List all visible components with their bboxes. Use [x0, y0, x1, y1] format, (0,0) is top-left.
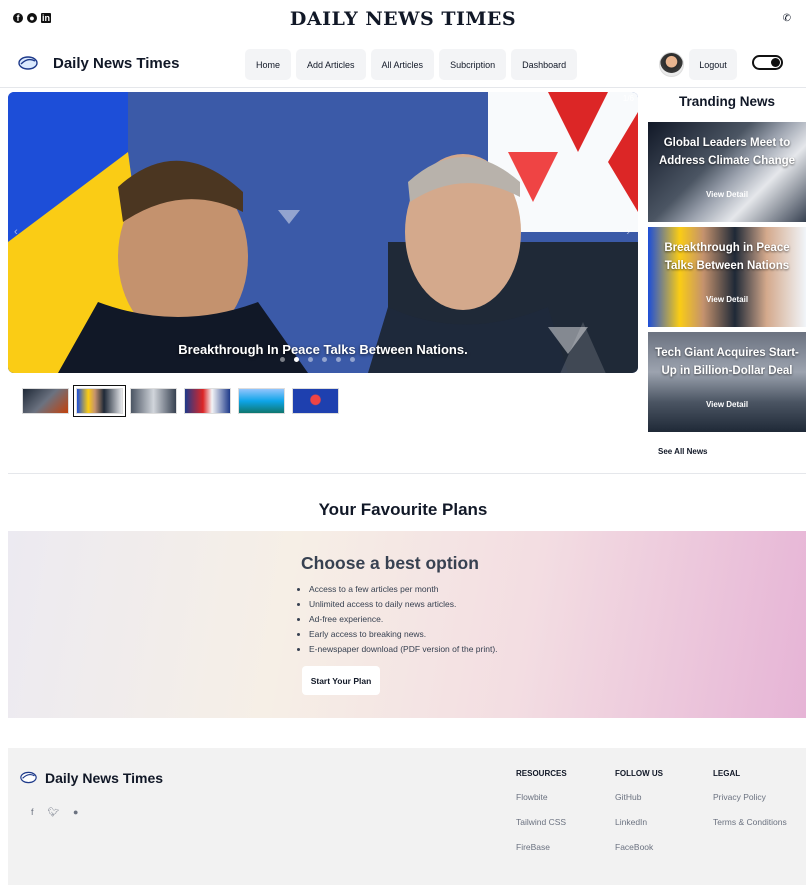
plan-feature: Early access to breaking news. [309, 627, 498, 642]
plan-feature: Unlimited access to daily news articles. [309, 597, 498, 612]
view-detail-link[interactable]: View Detail [648, 190, 806, 199]
footer-link[interactable]: FireBase [516, 842, 567, 867]
footer-link[interactable]: FaceBook [615, 842, 663, 867]
top-bar: f ● in DAILY NEWS TIMES ✆ [0, 0, 806, 40]
facebook-icon[interactable]: f [31, 807, 34, 818]
navbar: Daily News Times Home Add Articles All A… [0, 42, 806, 88]
hero-slider[interactable]: 1/6 ‹ › Breakthrough In Peace Talks Betw… [8, 92, 638, 373]
footer-column-resources: RESOURCES Flowbite Tailwind CSS FireBase [516, 769, 567, 867]
slide-dot[interactable] [280, 357, 285, 362]
slide-image [8, 92, 638, 373]
footer-link[interactable]: GitHub [615, 792, 663, 817]
plan-features-list: Access to a few articles per month Unlim… [301, 582, 498, 657]
thumbnail[interactable] [238, 388, 285, 414]
footer: Daily News Times f 🐦︎ ● RESOURCES Flowbi… [8, 748, 806, 885]
plan-feature: Ad-free experience. [309, 612, 498, 627]
nav-add-articles[interactable]: Add Articles [296, 49, 366, 80]
footer-link[interactable]: Privacy Policy [713, 792, 787, 817]
brand-title: DAILY NEWS TIMES [289, 8, 517, 30]
slide-dot[interactable] [336, 357, 341, 362]
twitter-icon[interactable]: 🐦︎ [48, 807, 59, 818]
plan-feature: E-newspaper download (PDF version of the… [309, 642, 498, 657]
trending-card-title: Breakthrough in Peace Talks Between Nati… [664, 242, 790, 272]
thumbnail[interactable] [130, 388, 177, 414]
start-plan-button[interactable]: Start Your Plan [302, 666, 380, 695]
footer-column-legal: LEGAL Privacy Policy Terms & Conditions [713, 769, 787, 842]
slide-dot-active[interactable] [294, 357, 299, 362]
trending-title: Tranding News [678, 94, 776, 109]
slide-dot[interactable] [322, 357, 327, 362]
view-detail-link[interactable]: View Detail [648, 400, 806, 409]
nav-dashboard[interactable]: Dashboard [511, 49, 578, 80]
next-arrow-icon[interactable]: › [626, 226, 630, 238]
footer-column-title: RESOURCES [516, 769, 567, 778]
nav-all-articles[interactable]: All Articles [370, 49, 435, 80]
plans-section-title: Your Favourite Plans [318, 500, 488, 519]
trending-card[interactable]: Tech Giant Acquires Start-Up in Billion-… [648, 332, 806, 432]
logo-icon[interactable] [20, 770, 37, 785]
footer-social-icons: f 🐦︎ ● [31, 807, 78, 818]
thumbnail[interactable] [184, 388, 231, 414]
logo-icon[interactable] [18, 55, 38, 71]
nav-home[interactable]: Home [245, 49, 292, 80]
trending-card[interactable]: Breakthrough in Peace Talks Between Nati… [648, 227, 806, 327]
nav-links: Home Add Articles All Articles Subcripti… [245, 49, 578, 80]
thumbnail-active[interactable] [73, 385, 126, 417]
footer-link[interactable]: Tailwind CSS [516, 817, 567, 842]
logout-button[interactable]: Logout [689, 49, 737, 80]
phone-icon[interactable]: ✆ [783, 13, 791, 24]
thumbnail[interactable] [292, 388, 339, 414]
plans-heading: Choose a best option [301, 553, 479, 573]
prev-arrow-icon[interactable]: ‹ [14, 226, 18, 238]
trending-card-title: Tech Giant Acquires Start-Up in Billion-… [655, 347, 799, 377]
slide-dot[interactable] [350, 357, 355, 362]
slide-dots [280, 357, 355, 362]
footer-link[interactable]: Terms & Conditions [713, 817, 787, 842]
footer-column-follow-us: FOLLOW US GitHub LinkedIn FaceBook [615, 769, 663, 867]
nav-subscription[interactable]: Subcription [439, 49, 507, 80]
see-all-news-link[interactable]: See All News [658, 447, 708, 456]
github-icon[interactable]: ● [73, 807, 78, 818]
footer-column-title: LEGAL [713, 769, 741, 778]
trending-card-title: Global Leaders Meet to Address Climate C… [658, 137, 796, 167]
plans-banner: Choose a best option Access to a few art… [8, 531, 806, 718]
footer-column-title: FOLLOW US [615, 769, 663, 778]
trending-card[interactable]: Global Leaders Meet to Address Climate C… [648, 122, 806, 222]
slide-thumbnails [22, 385, 346, 417]
footer-site-name[interactable]: Daily News Times [45, 770, 163, 786]
avatar[interactable] [659, 52, 684, 77]
site-name[interactable]: Daily News Times [53, 55, 179, 72]
slide-counter: 1/6 [622, 94, 634, 103]
slide-dot[interactable] [308, 357, 313, 362]
slide-caption: Breakthrough In Peace Talks Between Nati… [178, 342, 468, 357]
thumbnail[interactable] [22, 388, 69, 414]
footer-link[interactable]: LinkedIn [615, 817, 663, 842]
plan-feature: Access to a few articles per month [309, 582, 498, 597]
view-detail-link[interactable]: View Detail [648, 295, 806, 304]
section-divider [8, 473, 806, 474]
footer-link[interactable]: Flowbite [516, 792, 567, 817]
theme-toggle[interactable] [752, 55, 783, 70]
